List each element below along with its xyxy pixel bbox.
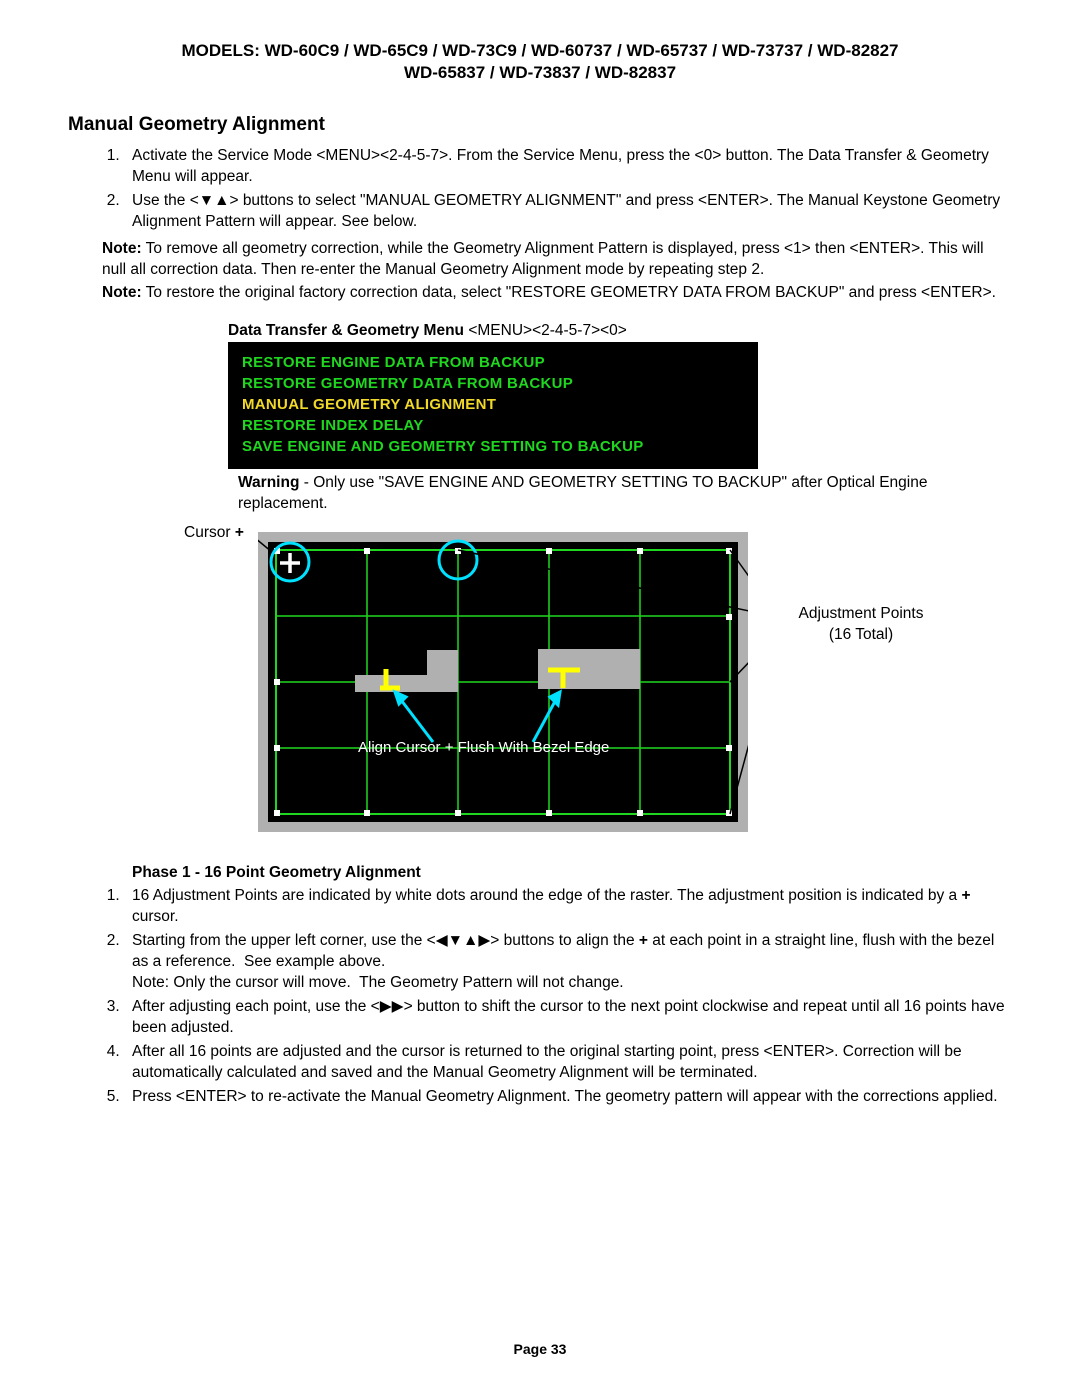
note-label: Note:: [102, 284, 142, 301]
warning-label: Warning: [238, 474, 299, 491]
menu-caption: Data Transfer & Geometry Menu <MENU><2-4…: [228, 322, 1012, 340]
page-header: MODELS: WD-60C9 / WD-65C9 / WD-73C9 / WD…: [68, 40, 1012, 84]
note-text: To remove all geometry correction, while…: [102, 240, 984, 278]
note-2: Note: To restore the original factory co…: [102, 283, 1012, 304]
note-label: Note:: [102, 240, 142, 257]
menu-item: RESTORE GEOMETRY DATA FROM BACKUP: [242, 373, 744, 394]
menu-caption-bold: Data Transfer & Geometry Menu: [228, 322, 464, 339]
page-footer: Page 33: [0, 1341, 1080, 1357]
geometry-alignment-diagram: Align Cursor + Flush With Bezel Edge: [258, 532, 748, 832]
menu-caption-rest: <MENU><2-4-5-7><0>: [464, 322, 627, 339]
phase-1-steps: 16 Adjustment Points are indicated by wh…: [124, 886, 1012, 1107]
phase-step: After adjusting each point, use the <▶▶>…: [124, 997, 1012, 1039]
menu-item: RESTORE INDEX DELAY: [242, 415, 744, 436]
phase-step: After all 16 points are adjusted and the…: [124, 1042, 1012, 1084]
alignment-figure: Cursor + Adjustment Points (16 Total): [68, 524, 1012, 834]
header-line-2: WD-65837 / WD-73837 / WD-82837: [68, 62, 1012, 84]
phase-step: Press <ENTER> to re-activate the Manual …: [124, 1087, 1012, 1108]
note-1: Note: To remove all geometry correction,…: [102, 239, 1012, 281]
menu-item-selected: MANUAL GEOMETRY ALIGNMENT: [242, 394, 744, 415]
menu-item: RESTORE ENGINE DATA FROM BACKUP: [242, 352, 744, 373]
note-text: To restore the original factory correcti…: [146, 284, 996, 301]
header-line-1: MODELS: WD-60C9 / WD-65C9 / WD-73C9 / WD…: [68, 40, 1012, 62]
data-transfer-menu: RESTORE ENGINE DATA FROM BACKUP RESTORE …: [228, 342, 758, 469]
section-title: Manual Geometry Alignment: [68, 114, 1012, 136]
warning-rest: - Only use "SAVE ENGINE AND GEOMETRY SET…: [238, 474, 927, 512]
intro-steps-list: Activate the Service Mode <MENU><2-4-5-7…: [124, 146, 1012, 233]
phase-step: Starting from the upper left corner, use…: [124, 931, 1012, 994]
adjustment-points-label: Adjustment Points (16 Total): [786, 604, 936, 644]
figure-caption: Align Cursor + Flush With Bezel Edge: [358, 739, 609, 756]
cursor-label: Cursor +: [184, 524, 244, 542]
menu-item: SAVE ENGINE AND GEOMETRY SETTING TO BACK…: [242, 436, 744, 457]
phase-step: 16 Adjustment Points are indicated by wh…: [124, 886, 1012, 928]
intro-step: Activate the Service Mode <MENU><2-4-5-7…: [124, 146, 1012, 188]
intro-step: Use the <▼▲> buttons to select "MANUAL G…: [124, 191, 1012, 233]
warning-text: Warning - Only use "SAVE ENGINE AND GEOM…: [238, 473, 1012, 515]
phase-1-title: Phase 1 - 16 Point Geometry Alignment: [132, 864, 1012, 882]
